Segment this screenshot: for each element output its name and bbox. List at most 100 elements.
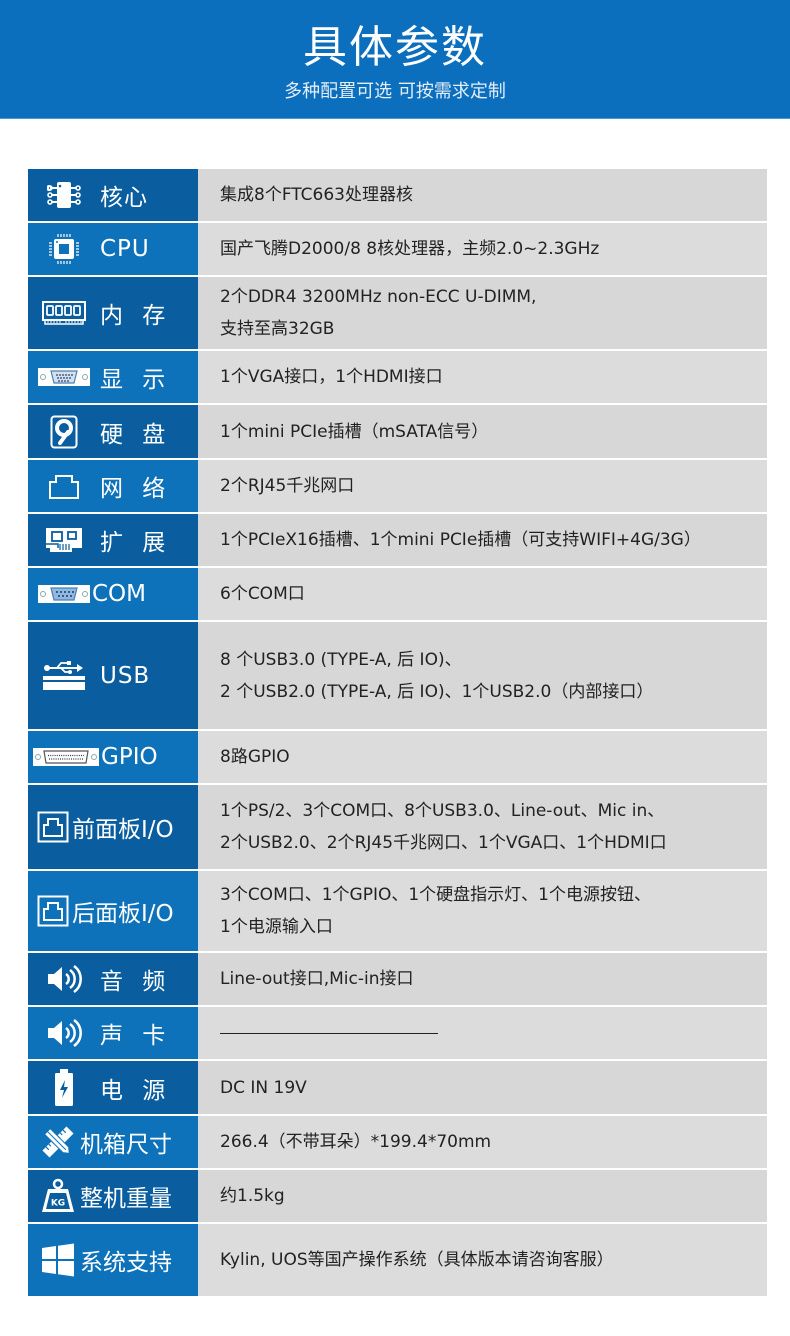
spec-value-cell: Kylin, UOS等国产操作系统（具体版本请咨询客服） bbox=[198, 1224, 767, 1296]
spec-value-line: 2个DDR4 3200MHz non-ECC U-DIMM, bbox=[220, 287, 537, 307]
spec-value-line: 1个mini PCIe插槽（mSATA信号） bbox=[220, 421, 489, 442]
spec-value-cell: Line-out接口,Mic-in接口 bbox=[198, 953, 767, 1005]
spec-row-front-panel-io: 前面板I/O 1个PS/2、3个COM口、8个USB3.0、Line-out、M… bbox=[28, 785, 767, 871]
spec-label: 电 源 bbox=[100, 1077, 172, 1104]
spec-label-cell: 前面板I/O bbox=[28, 785, 198, 869]
spec-label-cell: GPIO bbox=[28, 731, 198, 783]
spec-label: COM bbox=[92, 581, 147, 607]
spec-label-cell: 核心 bbox=[28, 169, 198, 221]
spec-row-com: COM 6个COM口 bbox=[28, 568, 767, 622]
spec-value-cell: 8路GPIO bbox=[198, 731, 767, 783]
spec-value-cell: 1个PS/2、3个COM口、8个USB3.0、Line-out、Mic in、 … bbox=[198, 785, 767, 869]
spec-label: 核心 bbox=[100, 185, 148, 211]
svg-text:KG: KG bbox=[51, 1199, 65, 1209]
spec-table: 核心 集成8个FTC663处理器核 CPU 国产飞腾D2000/8 8核处理器，… bbox=[28, 169, 767, 1296]
io-port-icon bbox=[36, 892, 70, 930]
spec-label: 系统支持 bbox=[80, 1250, 172, 1276]
spec-label-cell: 声 卡 bbox=[28, 1007, 198, 1059]
spec-value-cell: 国产飞腾D2000/8 8核处理器，主频2.0~2.3GHz bbox=[198, 223, 767, 275]
spec-label-cell: 电 源 bbox=[28, 1061, 198, 1114]
spec-value-line: 266.4（不带耳朵）*199.4*70mm bbox=[220, 1132, 492, 1152]
spec-row-sound-card: 声 卡 bbox=[28, 1007, 767, 1061]
spec-value-line: 8 个USB3.0 (TYPE-A, 后 IO)、 bbox=[220, 649, 462, 670]
spec-value-line: 1个PCIeX16插槽、1个mini PCIe插槽（可支持WIFI+4G/3G） bbox=[220, 530, 701, 550]
empty-value-line bbox=[220, 1032, 438, 1034]
spec-row-core: 核心 集成8个FTC663处理器核 bbox=[28, 169, 767, 223]
spec-value-cell: DC IN 19V bbox=[198, 1061, 767, 1114]
spec-value-line: 2个USB2.0、2个RJ45千兆网口、1个VGA口、1个HDMI口 bbox=[220, 833, 667, 853]
spec-value-cell: 约1.5kg bbox=[198, 1170, 767, 1222]
spec-label-cell: 硬 盘 bbox=[28, 405, 198, 458]
spec-value-cell: 6个COM口 bbox=[198, 568, 767, 620]
spec-label-cell: 内 存 bbox=[28, 277, 198, 349]
hard-disk-icon bbox=[38, 413, 90, 451]
page-header: 具体参数 多种配置可选 可按需求定制 bbox=[0, 0, 790, 119]
spec-value-line: 1个VGA接口，1个HDMI接口 bbox=[220, 367, 443, 387]
spec-label: 整机重量 bbox=[80, 1186, 172, 1212]
spec-label: 内 存 bbox=[100, 303, 172, 329]
spec-label: USB bbox=[100, 662, 151, 689]
spec-value-line: Kylin, UOS等国产操作系统（具体版本请咨询客服） bbox=[220, 1250, 614, 1270]
spec-value-cell: 集成8个FTC663处理器核 bbox=[198, 169, 767, 221]
spec-label: 音 频 bbox=[100, 969, 172, 995]
weight-kg-icon: KG bbox=[38, 1177, 78, 1215]
serial-port-icon bbox=[38, 575, 90, 613]
spec-label: 显 示 bbox=[100, 367, 172, 393]
spec-row-power: 电 源 DC IN 19V bbox=[28, 1061, 767, 1116]
spec-value-line: 2 个USB2.0 (TYPE-A, 后 IO)、1个USB2.0（内部接口） bbox=[220, 681, 654, 702]
ethernet-port-icon bbox=[38, 467, 90, 505]
ruler-pencil-icon bbox=[38, 1123, 78, 1161]
page-subtitle: 多种配置可选 可按需求定制 bbox=[284, 81, 506, 102]
spec-label-cell: COM bbox=[28, 568, 198, 620]
spec-label-cell: 音 频 bbox=[28, 953, 198, 1005]
spec-value-line: 国产飞腾D2000/8 8核处理器，主频2.0~2.3GHz bbox=[220, 239, 600, 259]
memory-module-icon bbox=[38, 294, 90, 332]
speaker-icon bbox=[38, 1014, 90, 1052]
spec-row-usb: USB 8 个USB3.0 (TYPE-A, 后 IO)、 2 个USB2.0 … bbox=[28, 622, 767, 731]
spec-value-line: 支持至高32GB bbox=[220, 319, 335, 339]
spec-label: 声 卡 bbox=[100, 1023, 172, 1049]
spec-label: CPU bbox=[100, 236, 150, 262]
spec-label-cell: 系统支持 bbox=[28, 1224, 198, 1296]
spec-label-cell: 后面板I/O bbox=[28, 871, 198, 951]
battery-icon bbox=[38, 1068, 90, 1107]
spec-label-cell: CPU bbox=[28, 223, 198, 275]
spec-value-line: 3个COM口、1个GPIO、1个硬盘指示灯、1个电源按钮、 bbox=[220, 885, 652, 905]
spec-label: 后面板I/O bbox=[72, 901, 174, 927]
spec-label-cell: KG 整机重量 bbox=[28, 1170, 198, 1222]
spec-value-cell: 266.4（不带耳朵）*199.4*70mm bbox=[198, 1116, 767, 1168]
expansion-card-icon bbox=[38, 521, 90, 559]
spec-value-cell bbox=[198, 1007, 767, 1059]
spec-row-os-support: 系统支持 Kylin, UOS等国产操作系统（具体版本请咨询客服） bbox=[28, 1224, 767, 1296]
io-port-icon bbox=[36, 808, 70, 846]
spec-value-cell: 1个PCIeX16插槽、1个mini PCIe插槽（可支持WIFI+4G/3G） bbox=[198, 514, 767, 566]
spec-row-chassis-size: 机箱尺寸 266.4（不带耳朵）*199.4*70mm bbox=[28, 1116, 767, 1170]
spec-value-cell: 1个VGA接口，1个HDMI接口 bbox=[198, 351, 767, 403]
spec-label-cell: 机箱尺寸 bbox=[28, 1116, 198, 1168]
spec-value-cell: 8 个USB3.0 (TYPE-A, 后 IO)、 2 个USB2.0 (TYP… bbox=[198, 622, 767, 729]
spec-row-display: 显 示 1个VGA接口，1个HDMI接口 bbox=[28, 351, 767, 405]
spec-label: 网 络 bbox=[100, 476, 172, 502]
spec-value-line: Line-out接口,Mic-in接口 bbox=[220, 969, 414, 989]
spec-row-storage: 硬 盘 1个mini PCIe插槽（mSATA信号） bbox=[28, 405, 767, 460]
spec-value-line: 1个PS/2、3个COM口、8个USB3.0、Line-out、Mic in、 bbox=[220, 801, 665, 821]
spec-value-line: 6个COM口 bbox=[220, 584, 305, 604]
spec-label-cell: 扩 展 bbox=[28, 514, 198, 566]
spec-label: GPIO bbox=[101, 744, 158, 770]
speaker-icon bbox=[38, 960, 90, 998]
spec-label: 硬 盘 bbox=[100, 421, 172, 448]
spec-row-network: 网 络 2个RJ45千兆网口 bbox=[28, 460, 767, 514]
spec-label-cell: 显 示 bbox=[28, 351, 198, 403]
spec-label: 扩 展 bbox=[100, 530, 172, 556]
vga-port-icon bbox=[38, 358, 90, 396]
spec-row-memory: 内 存 2个DDR4 3200MHz non-ECC U-DIMM, 支持至高3… bbox=[28, 277, 767, 351]
spec-row-gpio: GPIO 8路GPIO bbox=[28, 731, 767, 785]
spec-value-cell: 2个DDR4 3200MHz non-ECC U-DIMM, 支持至高32GB bbox=[198, 277, 767, 349]
windows-icon bbox=[38, 1241, 78, 1279]
gpio-connector-icon bbox=[33, 738, 99, 776]
spec-row-weight: KG 整机重量 约1.5kg bbox=[28, 1170, 767, 1224]
spec-row-cpu: CPU 国产飞腾D2000/8 8核处理器，主频2.0~2.3GHz bbox=[28, 223, 767, 277]
chip-icon bbox=[38, 176, 90, 214]
spec-row-rear-panel-io: 后面板I/O 3个COM口、1个GPIO、1个硬盘指示灯、1个电源按钮、 1个电… bbox=[28, 871, 767, 953]
spec-label: 机箱尺寸 bbox=[80, 1132, 172, 1158]
